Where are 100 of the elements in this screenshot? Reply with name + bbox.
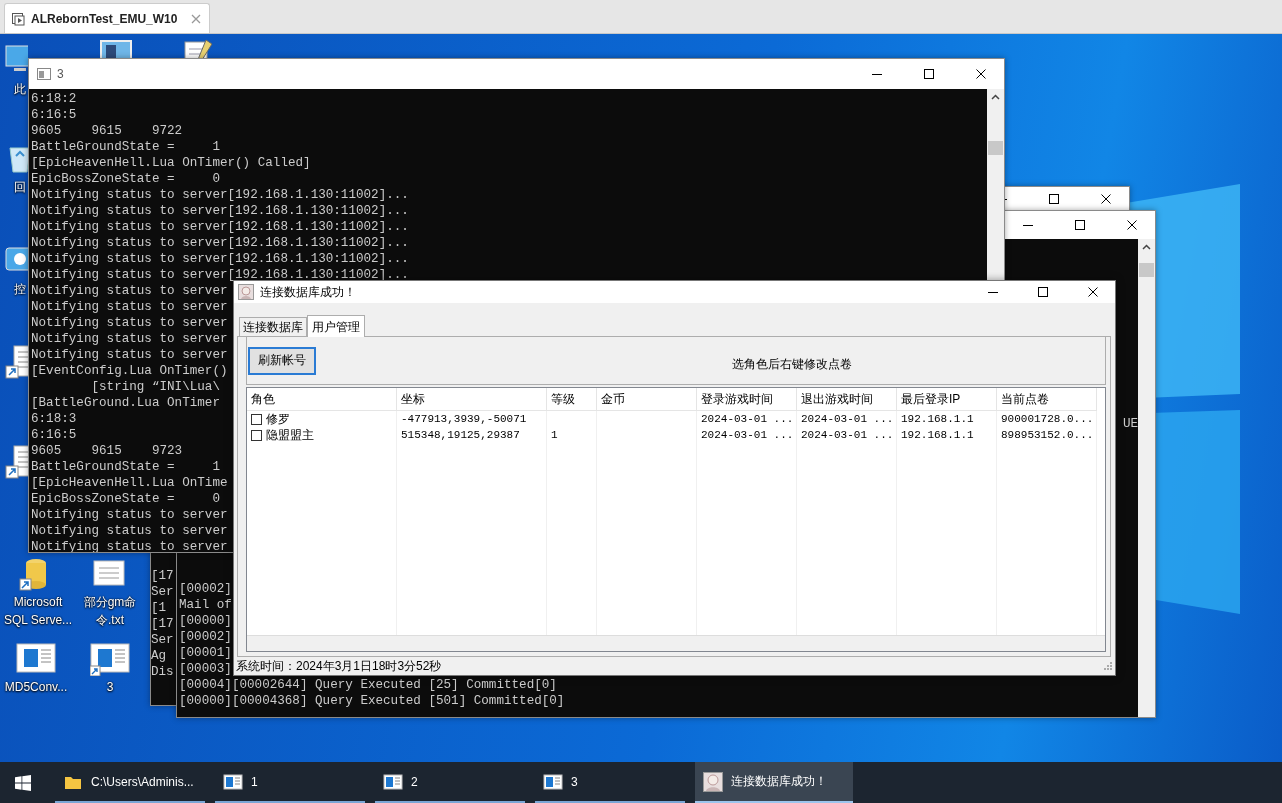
console-line: UE bbox=[1122, 416, 1138, 432]
table-cell-text: 192.168.1.1 bbox=[901, 412, 974, 428]
table-cell-text: 1 bbox=[551, 428, 558, 444]
console-line: Notifying status to server bbox=[31, 315, 228, 331]
maximize-icon bbox=[1038, 287, 1048, 297]
tab[interactable]: 用户管理 bbox=[307, 315, 365, 337]
console-line: Notifying status to server[192.168.1.130:11002]... bbox=[31, 251, 409, 267]
maximize-icon bbox=[924, 69, 934, 79]
close-icon bbox=[1088, 287, 1098, 297]
console-line: [string “INI\Lua\ bbox=[90, 379, 220, 395]
console-line: Notifying status to server bbox=[31, 347, 228, 363]
column-header[interactable]: 退出游戏时间 bbox=[797, 388, 897, 412]
maximize-icon bbox=[1049, 194, 1059, 204]
console-line: Ser bbox=[151, 632, 174, 648]
console-line: 6:18:3 bbox=[31, 411, 77, 427]
close-icon bbox=[1101, 194, 1111, 204]
console-line: Notifying status to server bbox=[31, 299, 228, 315]
resize-grip-icon[interactable] bbox=[1103, 661, 1113, 671]
console-icon bbox=[383, 771, 403, 792]
column-header[interactable]: 坐标 bbox=[397, 388, 547, 412]
console-line: [00000][00004368] Query Executed [501] Committed[0] bbox=[179, 693, 565, 709]
taskbar-item[interactable]: 1 bbox=[215, 762, 365, 803]
console-icon bbox=[37, 68, 51, 80]
console-line: Notifying status to server[192.168.1.130:11002]... bbox=[31, 203, 409, 219]
table-cell-text: 192.168.1.1 bbox=[901, 428, 974, 444]
console-line: Mail of bbox=[179, 597, 232, 613]
refresh-button[interactable]: 刷新帐号 bbox=[248, 346, 316, 375]
table-cell-text: 2024-03-01 ... bbox=[801, 428, 894, 444]
windows-logo-icon bbox=[14, 774, 31, 791]
console-line: Notifying status to server[192.168.1.130:11002]... bbox=[31, 187, 409, 203]
console-line: BattleGroundState = 1 bbox=[31, 459, 220, 475]
taskbar-item[interactable]: 连接数据库成功！ bbox=[695, 762, 853, 803]
close-icon[interactable] bbox=[191, 13, 202, 24]
console-shortcut-icon[interactable] bbox=[90, 640, 130, 676]
scrollbar-thumb[interactable] bbox=[1139, 263, 1154, 277]
console-line: Notifying status to server[192.168.1.130:11002]... bbox=[31, 235, 409, 251]
table-cell-text: 2024-03-01 ... bbox=[701, 428, 794, 444]
console-icon bbox=[223, 771, 243, 792]
console-line: [EpicHeavenHell.Lua OnTime bbox=[31, 475, 228, 491]
hint-text: 选角色后右键修改点卷 bbox=[732, 356, 852, 374]
checkbox[interactable] bbox=[251, 429, 262, 441]
console-line: [EventConfig.Lua OnTimer() bbox=[31, 363, 228, 379]
console-line: 6:16:5 bbox=[31, 427, 77, 443]
column-header[interactable]: 登录游戏时间 bbox=[697, 388, 797, 412]
console-line: [00002] bbox=[179, 581, 232, 597]
console-line: Ag bbox=[151, 648, 167, 664]
tab[interactable]: 连接数据库 bbox=[239, 317, 307, 336]
taskbar-item[interactable]: 2 bbox=[375, 762, 525, 803]
console-line: Notifying status to server bbox=[31, 539, 228, 552]
column-header[interactable]: 当前点卷 bbox=[997, 388, 1097, 412]
status-text: 系统时间：2024年3月1日18时3分52秒 bbox=[236, 657, 442, 675]
horizontal-scrollbar[interactable] bbox=[247, 635, 1105, 651]
console-line: [1 bbox=[151, 600, 167, 616]
console-icon bbox=[543, 771, 563, 792]
console-line: 6:18:2 bbox=[31, 91, 77, 107]
table-cell-text: 2024-03-01 ... bbox=[701, 412, 794, 428]
console-line: [EpicHeavenHell.Lua OnTimer() Called] bbox=[31, 155, 311, 171]
taskbar-item[interactable]: 3 bbox=[535, 762, 685, 803]
desktop-icon-label[interactable]: MD5Conv... bbox=[0, 678, 74, 696]
console-line: BattleGroundState = 1 bbox=[31, 139, 220, 155]
console-line: [00003] bbox=[179, 661, 232, 677]
console-line: [17 bbox=[151, 568, 174, 584]
console-line: Notifying status to server[192.168.1.130:11002]... bbox=[31, 219, 409, 235]
app-icon bbox=[238, 284, 254, 300]
console-line: Ser bbox=[151, 584, 174, 600]
console-line: Notifying status to server bbox=[31, 283, 228, 299]
dialog-icon bbox=[703, 771, 723, 792]
console-line: [BattleGround.Lua OnTimer bbox=[31, 395, 220, 411]
console-line: Notifying status to server bbox=[31, 331, 228, 347]
console-line: EpicBossZoneState = 0 bbox=[31, 171, 220, 187]
table-cell-text: 900001728.0... bbox=[1001, 412, 1094, 428]
window-title: 连接数据库成功！ bbox=[260, 283, 356, 301]
column-header[interactable]: 等级 bbox=[547, 388, 597, 412]
console-line: Notifying status to server bbox=[31, 523, 228, 539]
vm-tab[interactable]: ALRebornTest_EMU_W10 bbox=[4, 3, 211, 33]
column-header[interactable]: 金币 bbox=[597, 388, 697, 412]
vm-icon bbox=[11, 11, 25, 26]
taskbar-item[interactable]: C:\Users\Adminis... bbox=[55, 762, 205, 803]
console-line: [00004][00002644] Query Executed [25] Committed[0] bbox=[179, 677, 557, 693]
maximize-icon bbox=[1075, 220, 1085, 230]
window-title: 3 bbox=[57, 67, 64, 81]
desktop-icon-label[interactable]: 3 bbox=[72, 678, 148, 696]
console-line: EpicBossZoneState = 0 bbox=[31, 491, 220, 507]
console-line: [00000] bbox=[179, 613, 232, 629]
console-line: Notifying status to server bbox=[31, 507, 228, 523]
table-cell-text: 898953152.0... bbox=[1001, 428, 1094, 444]
column-header[interactable]: 角色 bbox=[247, 388, 397, 412]
desktop-icon-label[interactable]: 此 bbox=[14, 80, 26, 98]
checkbox[interactable] bbox=[251, 413, 262, 425]
vm-tab-title: ALRebornTest_EMU_W10 bbox=[31, 11, 178, 26]
table-cell-text: 515348,19125,29387 bbox=[401, 428, 520, 444]
desktop-icon-label[interactable]: 控 bbox=[14, 280, 26, 298]
console-line: [00001] bbox=[179, 645, 232, 661]
console-line: 9605 9615 9723 bbox=[31, 443, 183, 459]
scrollbar-thumb[interactable] bbox=[988, 141, 1003, 155]
console-app-icon[interactable] bbox=[16, 640, 56, 676]
desktop-icon-label[interactable]: 回 bbox=[14, 178, 26, 196]
close-icon bbox=[976, 69, 986, 79]
console-line: [17 bbox=[151, 616, 174, 632]
column-header[interactable]: 最后登录IP bbox=[897, 388, 997, 412]
